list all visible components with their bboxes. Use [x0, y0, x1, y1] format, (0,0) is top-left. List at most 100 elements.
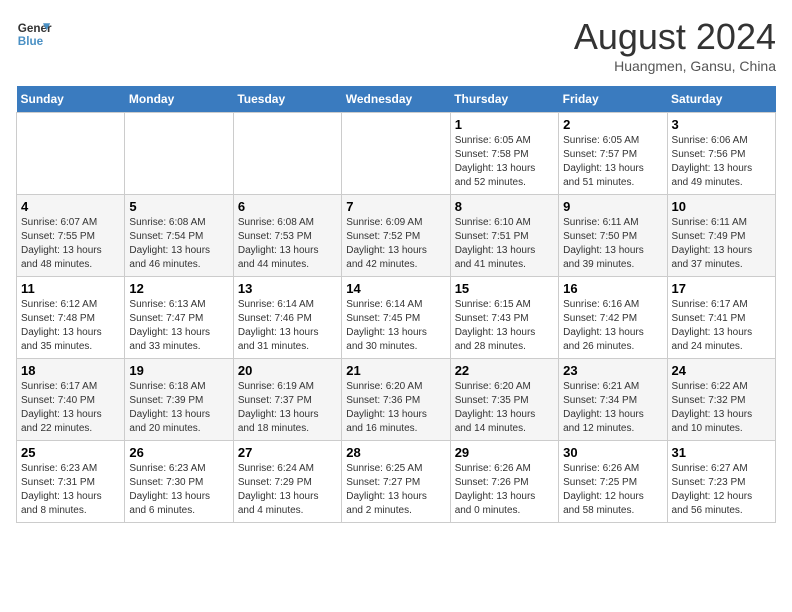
calendar-week-4: 18 Sunrise: 6:17 AM Sunset: 7:40 PM Dayli… [17, 359, 776, 441]
day-info: Sunrise: 6:26 AM Sunset: 7:26 PM Dayligh… [455, 462, 554, 518]
day-number: 5 [129, 199, 228, 214]
day-number: 20 [238, 363, 337, 378]
calendar-cell: 20 Sunrise: 6:19 AM Sunset: 7:37 PM Dayli… [233, 359, 341, 441]
calendar-cell: 24Sunrise: 6:22 AM Sunset: 7:32 PM Dayli… [667, 359, 775, 441]
day-number: 1 [455, 117, 554, 132]
day-number: 22 [455, 363, 554, 378]
calendar-week-1: 1 Sunrise: 6:05 AM Sunset: 7:58 PM Daylig… [17, 113, 776, 195]
calendar-cell: 22 Sunrise: 6:20 AM Sunset: 7:35 PM Dayli… [450, 359, 558, 441]
calendar-cell: 19Sunrise: 6:18 AM Sunset: 7:39 PM Dayli… [125, 359, 233, 441]
calendar-header-row: SundayMondayTuesdayWednesdayThursdayFrid… [17, 86, 776, 113]
calendar-cell: 2 Sunrise: 6:05 AM Sunset: 7:57 PM Daylig… [559, 113, 667, 195]
month-title: August 2024 [574, 16, 776, 58]
calendar-cell: 8 Sunrise: 6:10 AM Sunset: 7:51 PM Daylig… [450, 195, 558, 277]
calendar-cell: 16Sunrise: 6:16 AM Sunset: 7:42 PM Dayli… [559, 277, 667, 359]
day-info: Sunrise: 6:06 AM Sunset: 7:56 PM Dayligh… [672, 134, 771, 190]
day-number: 7 [346, 199, 445, 214]
weekday-header-monday: Monday [125, 86, 233, 113]
calendar-cell: 26 Sunrise: 6:23 AM Sunset: 7:30 PM Dayli… [125, 441, 233, 523]
day-info: Sunrise: 6:23 AM Sunset: 7:31 PM Dayligh… [21, 462, 120, 518]
day-info: Sunrise: 6:05 AM Sunset: 7:57 PM Dayligh… [563, 134, 662, 190]
day-number: 17 [672, 281, 771, 296]
logo-icon: General Blue [16, 16, 52, 52]
day-number: 10 [672, 199, 771, 214]
calendar-cell: 30 Sunrise: 6:26 AM Sunset: 7:25 PM Dayli… [559, 441, 667, 523]
calendar-cell [233, 113, 341, 195]
day-number: 28 [346, 445, 445, 460]
day-number: 11 [21, 281, 120, 296]
day-number: 30 [563, 445, 662, 460]
calendar-cell: 7 Sunrise: 6:09 AM Sunset: 7:52 PM Daylig… [342, 195, 450, 277]
day-info: Sunrise: 6:19 AM Sunset: 7:37 PM Dayligh… [238, 380, 337, 436]
day-info: Sunrise: 6:20 AM Sunset: 7:36 PM Dayligh… [346, 380, 445, 436]
weekday-header-friday: Friday [559, 86, 667, 113]
svg-text:Blue: Blue [18, 35, 44, 48]
calendar-cell: 1 Sunrise: 6:05 AM Sunset: 7:58 PM Daylig… [450, 113, 558, 195]
day-info: Sunrise: 6:15 AM Sunset: 7:43 PM Dayligh… [455, 298, 554, 354]
day-number: 31 [672, 445, 771, 460]
calendar-cell: 6Sunrise: 6:08 AM Sunset: 7:53 PM Daylig… [233, 195, 341, 277]
weekday-header-sunday: Sunday [17, 86, 125, 113]
day-number: 27 [238, 445, 337, 460]
day-number: 14 [346, 281, 445, 296]
calendar-cell: 5Sunrise: 6:08 AM Sunset: 7:54 PM Daylig… [125, 195, 233, 277]
day-number: 2 [563, 117, 662, 132]
calendar-cell: 25Sunrise: 6:23 AM Sunset: 7:31 PM Dayli… [17, 441, 125, 523]
calendar-cell: 15Sunrise: 6:15 AM Sunset: 7:43 PM Dayli… [450, 277, 558, 359]
calendar-cell: 28 Sunrise: 6:25 AM Sunset: 7:27 PM Dayli… [342, 441, 450, 523]
calendar-cell [342, 113, 450, 195]
day-info: Sunrise: 6:14 AM Sunset: 7:46 PM Dayligh… [238, 298, 337, 354]
day-number: 13 [238, 281, 337, 296]
weekday-header-thursday: Thursday [450, 86, 558, 113]
weekday-header-wednesday: Wednesday [342, 86, 450, 113]
calendar-body: 1 Sunrise: 6:05 AM Sunset: 7:58 PM Daylig… [17, 113, 776, 523]
day-number: 6 [238, 199, 337, 214]
calendar-cell [17, 113, 125, 195]
day-info: Sunrise: 6:20 AM Sunset: 7:35 PM Dayligh… [455, 380, 554, 436]
day-info: Sunrise: 6:17 AM Sunset: 7:40 PM Dayligh… [21, 380, 120, 436]
logo: General Blue [16, 16, 52, 52]
day-number: 16 [563, 281, 662, 296]
calendar-cell: 23Sunrise: 6:21 AM Sunset: 7:34 PM Dayli… [559, 359, 667, 441]
day-number: 18 [21, 363, 120, 378]
day-info: Sunrise: 6:11 AM Sunset: 7:49 PM Dayligh… [672, 216, 771, 272]
weekday-header-tuesday: Tuesday [233, 86, 341, 113]
calendar-cell: 3 Sunrise: 6:06 AM Sunset: 7:56 PM Daylig… [667, 113, 775, 195]
calendar-cell: 29 Sunrise: 6:26 AM Sunset: 7:26 PM Dayli… [450, 441, 558, 523]
day-number: 4 [21, 199, 120, 214]
day-info: Sunrise: 6:07 AM Sunset: 7:55 PM Dayligh… [21, 216, 120, 272]
day-number: 8 [455, 199, 554, 214]
calendar-cell: 11Sunrise: 6:12 AM Sunset: 7:48 PM Dayli… [17, 277, 125, 359]
day-number: 9 [563, 199, 662, 214]
day-info: Sunrise: 6:09 AM Sunset: 7:52 PM Dayligh… [346, 216, 445, 272]
day-info: Sunrise: 6:21 AM Sunset: 7:34 PM Dayligh… [563, 380, 662, 436]
day-number: 3 [672, 117, 771, 132]
calendar-cell: 18 Sunrise: 6:17 AM Sunset: 7:40 PM Dayli… [17, 359, 125, 441]
day-info: Sunrise: 6:05 AM Sunset: 7:58 PM Dayligh… [455, 134, 554, 190]
day-number: 29 [455, 445, 554, 460]
calendar-cell: 21 Sunrise: 6:20 AM Sunset: 7:36 PM Dayli… [342, 359, 450, 441]
day-info: Sunrise: 6:13 AM Sunset: 7:47 PM Dayligh… [129, 298, 228, 354]
weekday-header-saturday: Saturday [667, 86, 775, 113]
day-info: Sunrise: 6:23 AM Sunset: 7:30 PM Dayligh… [129, 462, 228, 518]
calendar-cell: 17 Sunrise: 6:17 AM Sunset: 7:41 PM Dayli… [667, 277, 775, 359]
location-subtitle: Huangmen, Gansu, China [574, 58, 776, 74]
calendar-cell: 27 Sunrise: 6:24 AM Sunset: 7:29 PM Dayli… [233, 441, 341, 523]
day-number: 19 [129, 363, 228, 378]
day-info: Sunrise: 6:17 AM Sunset: 7:41 PM Dayligh… [672, 298, 771, 354]
day-number: 26 [129, 445, 228, 460]
day-info: Sunrise: 6:10 AM Sunset: 7:51 PM Dayligh… [455, 216, 554, 272]
day-number: 12 [129, 281, 228, 296]
day-info: Sunrise: 6:14 AM Sunset: 7:45 PM Dayligh… [346, 298, 445, 354]
calendar-cell: 10 Sunrise: 6:11 AM Sunset: 7:49 PM Dayli… [667, 195, 775, 277]
day-info: Sunrise: 6:26 AM Sunset: 7:25 PM Dayligh… [563, 462, 662, 518]
title-block: August 2024 Huangmen, Gansu, China [574, 16, 776, 74]
day-info: Sunrise: 6:25 AM Sunset: 7:27 PM Dayligh… [346, 462, 445, 518]
day-info: Sunrise: 6:11 AM Sunset: 7:50 PM Dayligh… [563, 216, 662, 272]
calendar-cell: 9 Sunrise: 6:11 AM Sunset: 7:50 PM Daylig… [559, 195, 667, 277]
calendar-week-5: 25Sunrise: 6:23 AM Sunset: 7:31 PM Dayli… [17, 441, 776, 523]
day-number: 21 [346, 363, 445, 378]
page-header: General Blue August 2024 Huangmen, Gansu… [16, 16, 776, 74]
calendar-table: SundayMondayTuesdayWednesdayThursdayFrid… [16, 86, 776, 523]
day-info: Sunrise: 6:24 AM Sunset: 7:29 PM Dayligh… [238, 462, 337, 518]
